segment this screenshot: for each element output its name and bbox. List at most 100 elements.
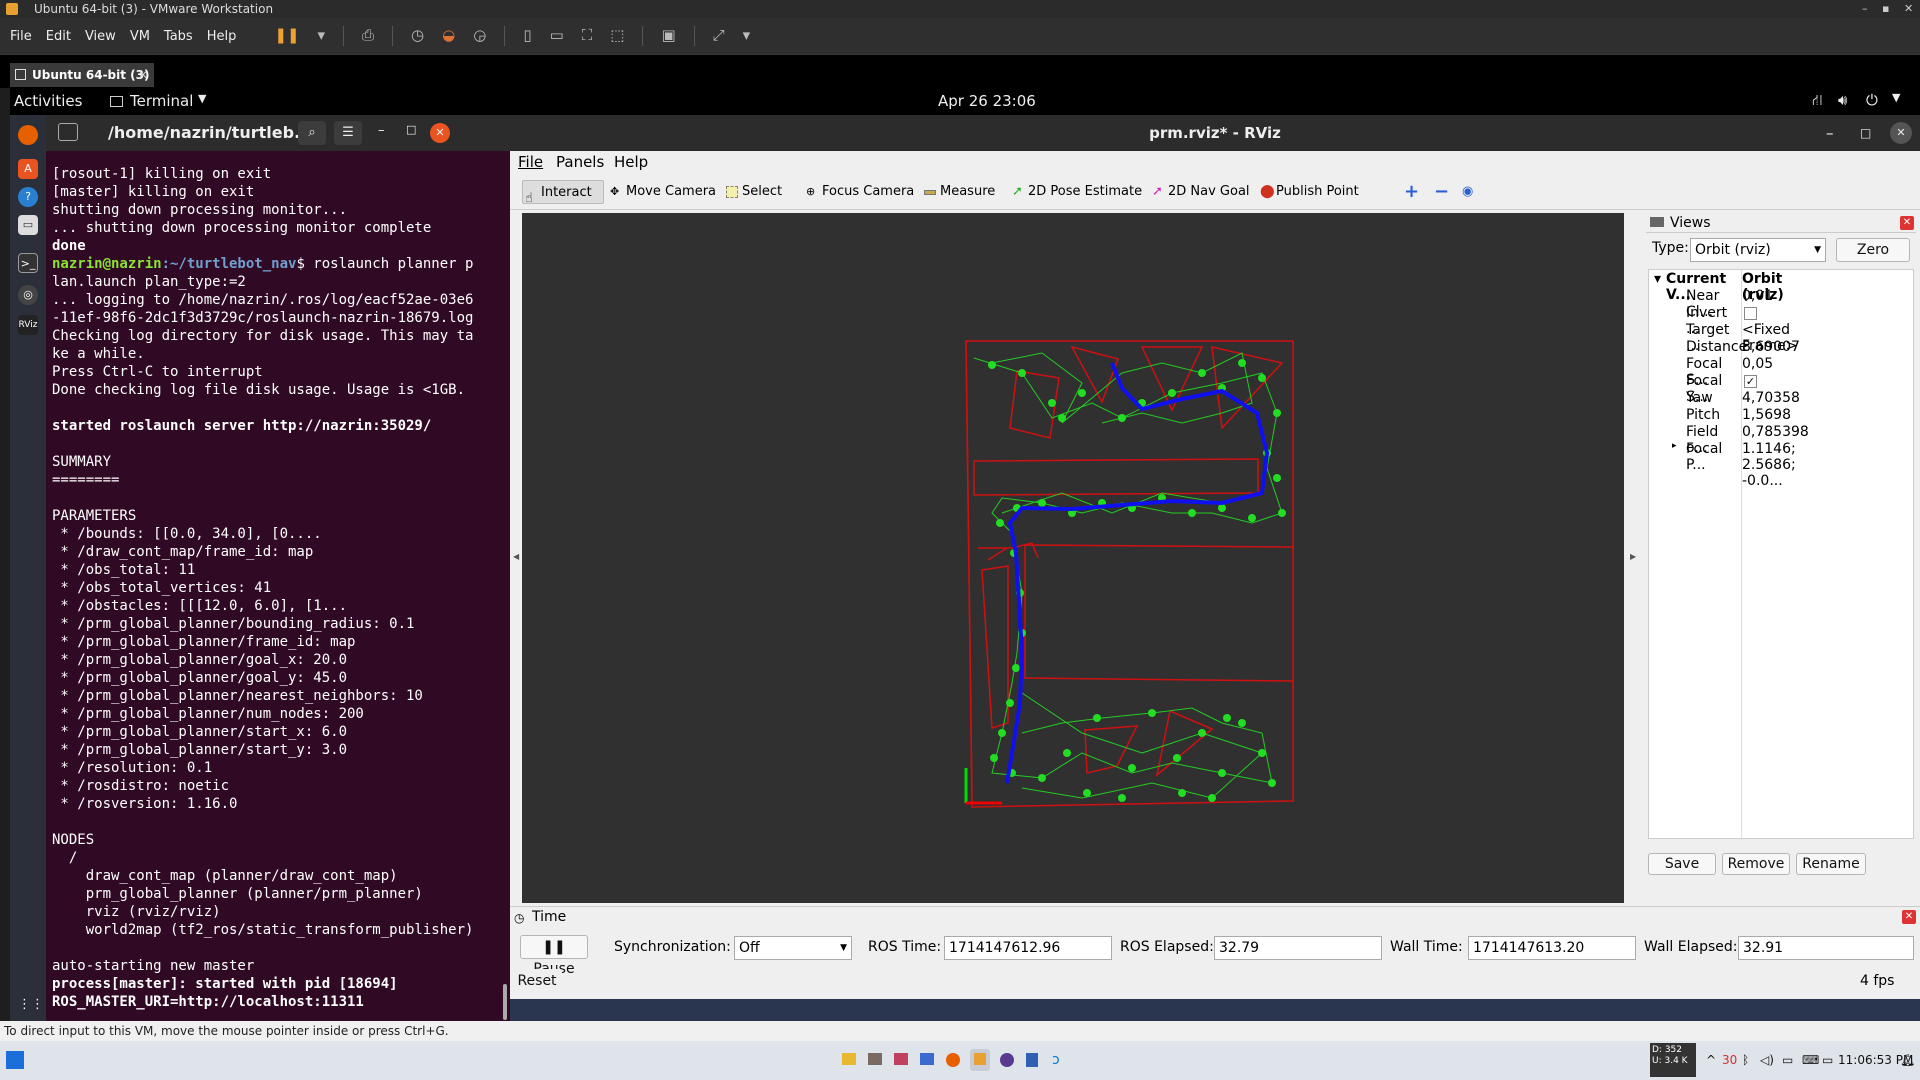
sync-select[interactable]: Off ▼ [734,936,852,960]
show-apps-icon[interactable]: ⋮⋮ [18,995,44,1015]
maximize-icon[interactable]: □ [406,123,416,136]
property-value[interactable]: 0,785398 [1742,424,1809,440]
rviz-menu-panels[interactable]: Panels [556,153,604,171]
mail-icon[interactable] [920,1053,934,1065]
firefox-icon[interactable] [946,1053,960,1067]
notes-icon[interactable] [1026,1053,1038,1067]
wall-time-field[interactable]: 1714147613.20 [1468,936,1636,960]
rviz-icon[interactable]: RViz [18,315,38,335]
ros-time-field[interactable]: 1714147612.96 [944,936,1112,960]
volume-icon[interactable]: 🔊︎ [1838,91,1847,109]
dropdown-icon[interactable]: ▾ [317,26,325,46]
snapshot-manager-icon[interactable]: ◶ [473,26,486,46]
eye-icon[interactable]: ◉ [1444,180,1473,204]
new-tab-icon[interactable] [58,123,78,141]
network-icon[interactable]: ⛙ [1812,91,1823,111]
revert-snapshot-icon[interactable]: ◒ [442,26,455,46]
notification-icon[interactable]: 🔔︎ [1900,1053,1915,1067]
dropdown-icon[interactable]: ▾ [743,26,751,46]
menu-view[interactable]: View [85,29,116,44]
interact-tool[interactable]: ☝ Interact [522,180,604,206]
files-icon[interactable]: ▭ [18,215,38,235]
collapse-left-icon[interactable]: ◀ [513,552,519,561]
stretch-icon[interactable]: ⤢ [713,26,725,46]
close-panel-icon[interactable]: ✕ [1900,216,1914,230]
software-center-icon[interactable]: A [18,159,38,179]
edge-icon[interactable]: ↄ [1052,1052,1060,1068]
help-icon[interactable]: ? [18,187,38,207]
ros-elapsed-field[interactable]: 32.79 [1214,936,1382,960]
library-icon[interactable]: ▯ [523,26,531,46]
activities-button[interactable]: Activities [14,92,82,110]
checkbox[interactable] [1744,307,1757,320]
terminal-icon[interactable]: >_ [18,253,38,273]
3d-viewport[interactable] [522,213,1624,903]
menu-edit[interactable]: Edit [46,29,71,44]
chevron-down-icon[interactable]: ▼ [1892,91,1900,104]
obs-icon[interactable] [1000,1053,1014,1067]
measure-tool[interactable]: Measure [922,180,995,204]
checkbox[interactable]: ✓ [1744,375,1757,388]
terminal-output[interactable]: [rosout-1] killing on exit [master] killi… [46,151,510,1021]
vm-tab[interactable]: Ubuntu 64-bit (3) ✕ [10,63,154,87]
console-view-icon[interactable]: ▣ [661,26,675,46]
pause-button[interactable]: ❚❚ Pause [520,935,588,977]
close-icon[interactable]: ✕ [430,123,450,143]
property-value[interactable]: 1,5698 [1742,407,1791,423]
chevron-up-icon[interactable]: ^ [1706,1053,1716,1067]
vmware-taskbar-icon[interactable] [970,1049,990,1071]
app-icon[interactable] [894,1053,908,1065]
property-value[interactable]: 4,70358 [1742,390,1800,406]
file-explorer-icon[interactable] [842,1053,856,1065]
close-icon[interactable]: ✕ [1904,0,1913,18]
pause-vm-icon[interactable]: ❚❚ [274,26,299,46]
expand-icon[interactable]: ▸ [1672,441,1677,451]
property-value[interactable]: 0,05 [1742,356,1773,372]
zero-button[interactable]: Zero [1836,238,1910,262]
close-icon[interactable]: ✕ [1890,122,1912,144]
property-value[interactable]: 0,01 [1742,288,1773,304]
minimize-icon[interactable]: – [1862,0,1868,18]
add-tool-icon[interactable]: + [1386,180,1419,204]
start-icon[interactable] [6,1051,24,1069]
power-icon[interactable]: ⏻ [1866,91,1878,109]
wall-elapsed-field[interactable]: 32.91 [1738,936,1914,960]
rename-button[interactable]: Rename [1796,853,1866,875]
move-camera-tool[interactable]: ✥ Move Camera [608,180,716,204]
maximize-icon[interactable]: □ [1860,115,1871,151]
network-icon[interactable]: ▭ [1782,1053,1793,1067]
thumbnail-icon[interactable]: ▭ [550,26,564,46]
app-icon[interactable] [868,1053,882,1065]
nav-goal-tool[interactable]: ➚ 2D Nav Goal [1150,180,1250,204]
chevron-down-icon[interactable]: ▼ [198,92,206,105]
view-type-select[interactable]: Orbit (rviz) ▼ [1690,238,1826,262]
property-value[interactable]: 1.1146; 2.5686; -0.0... [1742,441,1796,489]
remove-button[interactable]: Remove [1722,853,1790,875]
pose-estimate-tool[interactable]: ➚ 2D Pose Estimate [1010,180,1142,204]
unity-icon[interactable]: ⬚ [610,26,624,46]
battery-icon[interactable]: ▭ [1822,1053,1833,1067]
rviz-menu-help[interactable]: Help [614,153,648,171]
rviz-menu-file[interactable]: File [518,153,543,171]
search-icon[interactable]: ⌕ [298,121,326,145]
menu-file[interactable]: File [10,29,32,44]
hamburger-menu-icon[interactable]: ☰ [334,121,362,145]
publish-point-tool[interactable]: ⬤ Publish Point [1258,180,1359,204]
app-menu[interactable]: Terminal [130,92,193,110]
collapse-right-icon[interactable]: ▶ [1630,552,1636,561]
clock[interactable]: Apr 26 23:06 [938,92,1036,110]
menu-vm[interactable]: VM [130,29,150,44]
property-value[interactable]: 8,69007 [1742,339,1800,355]
focus-camera-tool[interactable]: ⊕ Focus Camera [804,180,914,204]
fullscreen-icon[interactable]: ⛶ [582,26,593,46]
maximize-icon[interactable]: ▪ [1882,0,1889,18]
firefox-icon[interactable] [18,125,38,145]
select-tool[interactable]: Select [724,180,782,204]
settings-icon[interactable]: ◎ [18,285,38,305]
volume-icon[interactable]: ◁) [1760,1053,1774,1067]
keyboard-icon[interactable]: ⌨ [1802,1053,1819,1067]
snapshot-icon[interactable]: ◷ [411,26,424,46]
minimize-icon[interactable]: – [378,123,385,138]
bluetooth-icon[interactable]: ᛒ [1742,1053,1749,1067]
send-keys-icon[interactable]: ⎙ [362,26,374,46]
